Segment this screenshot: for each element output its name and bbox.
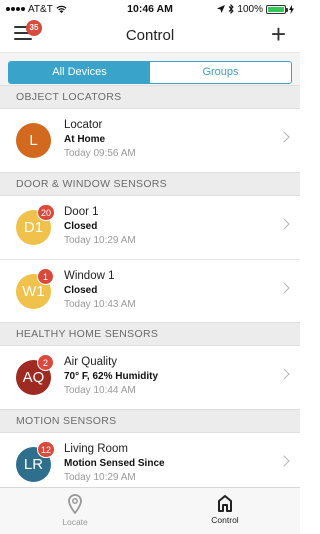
device-timestamp: Today 10:43 AM [64, 299, 136, 310]
notification-badge: 1 [37, 268, 54, 285]
tab-control-label: Control [211, 515, 239, 525]
location-arrow-icon [217, 5, 226, 13]
status-right: 100% [217, 4, 294, 15]
device-status: Motion Sensed Since [64, 458, 165, 469]
device-list[interactable]: OBJECT LOCATORS L Locator At Home Today … [0, 85, 300, 487]
menu-icon-bar [14, 38, 32, 40]
device-status: Closed [64, 221, 98, 232]
bluetooth-icon [229, 4, 235, 14]
device-status: 70° F, 62% Humidity [64, 371, 159, 382]
list-item[interactable]: D1 20 Door 1 Closed Today 10:29 AM [0, 196, 300, 259]
home-icon [218, 495, 232, 512]
device-name: Living Room [64, 443, 128, 455]
device-avatar: L [16, 123, 51, 158]
menu-button[interactable]: 35 [14, 20, 42, 44]
list-item[interactable]: W1 1 Window 1 Closed Today 10:43 AM [0, 259, 300, 322]
chevron-right-icon [278, 218, 290, 230]
notification-badge: 2 [37, 354, 54, 371]
section-header: HEALTHY HOME SENSORS [0, 322, 300, 346]
list-item[interactable]: LR 12 Living Room Motion Sensed Since To… [0, 433, 300, 487]
status-bar: AT&T 10:46 AM 100% [0, 0, 300, 18]
charging-icon [289, 4, 294, 14]
battery-icon [266, 4, 288, 14]
segment-groups[interactable]: Groups [150, 62, 291, 83]
menu-notification-badge: 35 [26, 20, 42, 36]
notification-badge: 20 [37, 204, 56, 221]
device-timestamp: Today 10:29 AM [64, 472, 136, 483]
device-status: At Home [64, 134, 106, 145]
device-name: Window 1 [64, 270, 115, 282]
section-header: DOOR & WINDOW SENSORS [0, 172, 300, 196]
device-name: Air Quality [64, 356, 118, 368]
device-timestamp: Today 10:29 AM [64, 235, 136, 246]
device-timestamp: Today 10:44 AM [64, 385, 136, 396]
list-item[interactable]: L Locator At Home Today 09:56 AM [0, 109, 300, 172]
device-name: Door 1 [64, 206, 99, 218]
chevron-right-icon [278, 455, 290, 467]
wifi-icon [56, 5, 67, 13]
list-item[interactable]: AQ 2 Air Quality 70° F, 62% Humidity Tod… [0, 346, 300, 409]
carrier-label: AT&T [28, 3, 53, 15]
chevron-right-icon [278, 131, 290, 143]
battery-percent: 100% [237, 3, 263, 15]
nav-bar: 35 Control + [0, 18, 300, 52]
segmented-control: All Devices Groups [8, 61, 292, 84]
section-header: OBJECT LOCATORS [0, 85, 300, 109]
device-status: Closed [64, 285, 98, 296]
battery-fill [268, 6, 284, 12]
tab-control[interactable]: Control [150, 488, 300, 534]
device-name: Locator [64, 119, 103, 131]
row-text: Window 1 Closed Today 10:43 AM [64, 269, 270, 312]
section-header: MOTION SENSORS [0, 409, 300, 433]
device-timestamp: Today 09:56 AM [64, 148, 136, 159]
location-pin-icon [68, 494, 82, 514]
tab-locate-label: Locate [62, 517, 88, 527]
row-text: Locator At Home Today 09:56 AM [64, 118, 270, 161]
row-text: Living Room Motion Sensed Since Today 10… [64, 442, 270, 485]
chevron-right-icon [278, 368, 290, 380]
notification-badge: 12 [37, 441, 56, 458]
signal-icon [6, 7, 25, 11]
row-text: Door 1 Closed Today 10:29 AM [64, 205, 270, 248]
status-left: AT&T [6, 4, 67, 15]
row-text: Air Quality 70° F, 62% Humidity Today 10… [64, 355, 270, 398]
chevron-right-icon [278, 282, 290, 294]
tab-locate[interactable]: Locate [0, 488, 150, 534]
segment-all-devices[interactable]: All Devices [9, 62, 150, 83]
tab-bar: Locate Control [0, 487, 300, 534]
add-device-button[interactable]: + [271, 21, 286, 47]
page-title: Control [125, 26, 175, 44]
